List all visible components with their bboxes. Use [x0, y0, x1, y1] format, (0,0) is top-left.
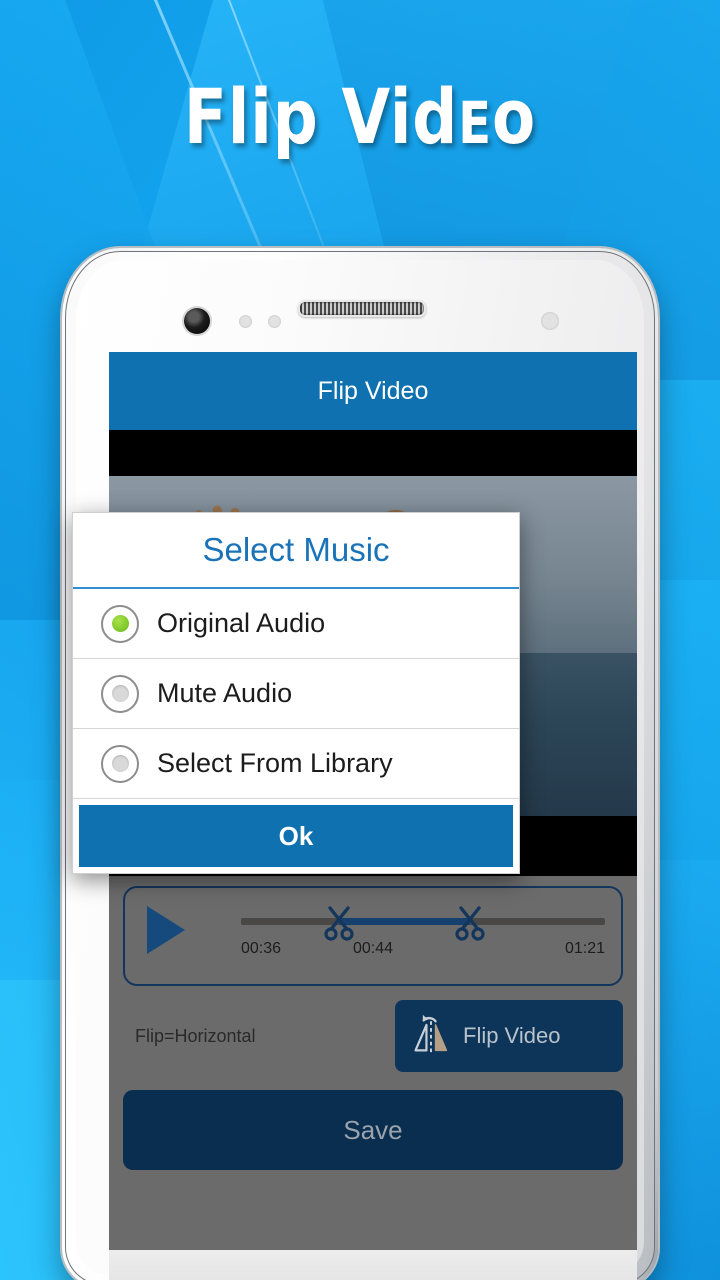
trim-end-handle-scissors-icon[interactable] [453, 904, 487, 944]
dialog-ok-label: Ok [278, 820, 314, 851]
proximity-sensor-icon [239, 315, 252, 328]
select-music-dialog: Select Music Original Audio Mute Audio S… [72, 512, 520, 874]
radio-mute-audio[interactable] [101, 674, 139, 713]
option-select-from-library[interactable]: Select From Library [73, 729, 519, 799]
option-original-audio[interactable]: Original Audio [73, 589, 519, 659]
sensor-right-icon [541, 312, 559, 330]
timeline-end-time: 01:21 [564, 940, 605, 957]
save-button[interactable]: Save [123, 1090, 623, 1170]
dialog-header: Select Music [73, 513, 519, 589]
front-camera-icon [184, 308, 210, 334]
radio-dot [111, 755, 129, 772]
speaker-grille-icon [298, 300, 426, 317]
page-title-tail: o [491, 72, 537, 161]
flip-mirror-icon [411, 1012, 451, 1061]
dialog-ok-button[interactable]: Ok [79, 805, 513, 867]
app-bar: Flip Video [109, 352, 637, 430]
letterbox-top [109, 430, 637, 476]
dialog-title: Select Music [202, 531, 390, 568]
radio-dot [111, 685, 129, 702]
radio-select-from-library[interactable] [101, 744, 139, 783]
option-label-select-from-library: Select From Library [157, 748, 393, 778]
flip-video-button-label: Flip Video [463, 1023, 561, 1048]
save-button-label: Save [343, 1114, 403, 1145]
page-title: Flip VidEo [29, 72, 691, 161]
trim-start-handle-scissors-icon[interactable] [322, 904, 356, 944]
timeline-start-time: 00:36 [241, 940, 282, 957]
app-bar-title: Flip Video [317, 376, 429, 405]
ambient-sensor-icon [268, 315, 281, 328]
timeline-current-time: 00:44 [352, 940, 394, 957]
option-mute-audio[interactable]: Mute Audio [73, 659, 519, 729]
timeline-track[interactable] [241, 906, 605, 941]
screenshot-root: Flip VidEo Flip Video 00:36 00:44 01:21 … [0, 0, 720, 1280]
page-title-smallcap: E [458, 89, 492, 157]
flip-status-label: Flip=Horizontal [135, 1026, 256, 1046]
option-label-original-audio: Original Audio [157, 608, 326, 638]
timeline-panel: 00:36 00:44 01:21 [123, 886, 623, 986]
page-title-text: Flip Vid [183, 72, 459, 161]
option-label-mute-audio: Mute Audio [157, 678, 293, 708]
radio-dot [111, 615, 129, 632]
timeline-selection [339, 918, 471, 925]
flip-row: Flip=Horizontal Flip Video [123, 1000, 623, 1076]
radio-original-audio[interactable] [101, 604, 139, 643]
flip-video-button[interactable]: Flip Video [395, 1000, 623, 1072]
phone-chin [109, 1250, 637, 1280]
play-icon[interactable] [147, 906, 185, 954]
